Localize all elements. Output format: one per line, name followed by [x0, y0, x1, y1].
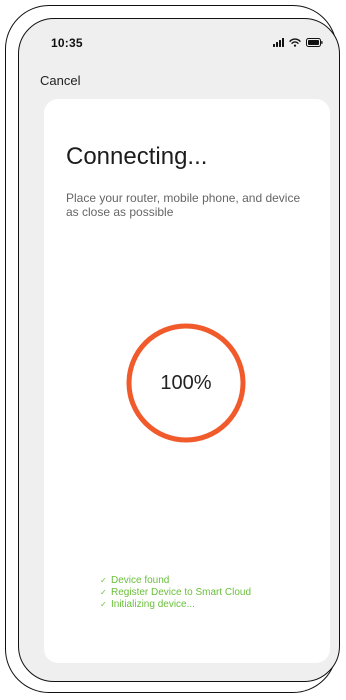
page-title: Connecting...	[66, 143, 208, 170]
check-icon: ✓	[100, 600, 107, 609]
check-icon: ✓	[100, 588, 107, 597]
step-item: ✓ Initializing device...	[100, 599, 251, 611]
battery-icon	[306, 37, 323, 47]
progress-percent: 100%	[160, 372, 212, 394]
instructions-text: Place your router, mobile phone, and dev…	[66, 191, 301, 219]
step-item: ✓ Register Device to Smart Cloud	[100, 587, 251, 599]
phone-screen: 10:35 Cancel Connecting... Place your ro…	[18, 18, 340, 682]
connecting-card: Connecting... Place your router, mobile …	[44, 99, 330, 663]
step-label: Register Device to Smart Cloud	[111, 587, 252, 598]
status-bar: 10:35	[19, 19, 339, 63]
stage: 10:35 Cancel Connecting... Place your ro…	[0, 0, 346, 700]
cancel-button[interactable]: Cancel	[40, 73, 80, 88]
step-label: Initializing device...	[111, 599, 195, 610]
signal-icon	[273, 37, 284, 47]
steps-list: ✓ Device found ✓ Register Device to Smar…	[100, 575, 251, 611]
step-item: ✓ Device found	[100, 575, 251, 587]
check-icon: ✓	[100, 576, 107, 585]
wifi-icon	[289, 37, 301, 47]
step-label: Device found	[111, 575, 170, 586]
progress-ring: 100%	[124, 321, 248, 445]
status-icons	[273, 36, 323, 48]
status-time: 10:35	[51, 36, 83, 50]
